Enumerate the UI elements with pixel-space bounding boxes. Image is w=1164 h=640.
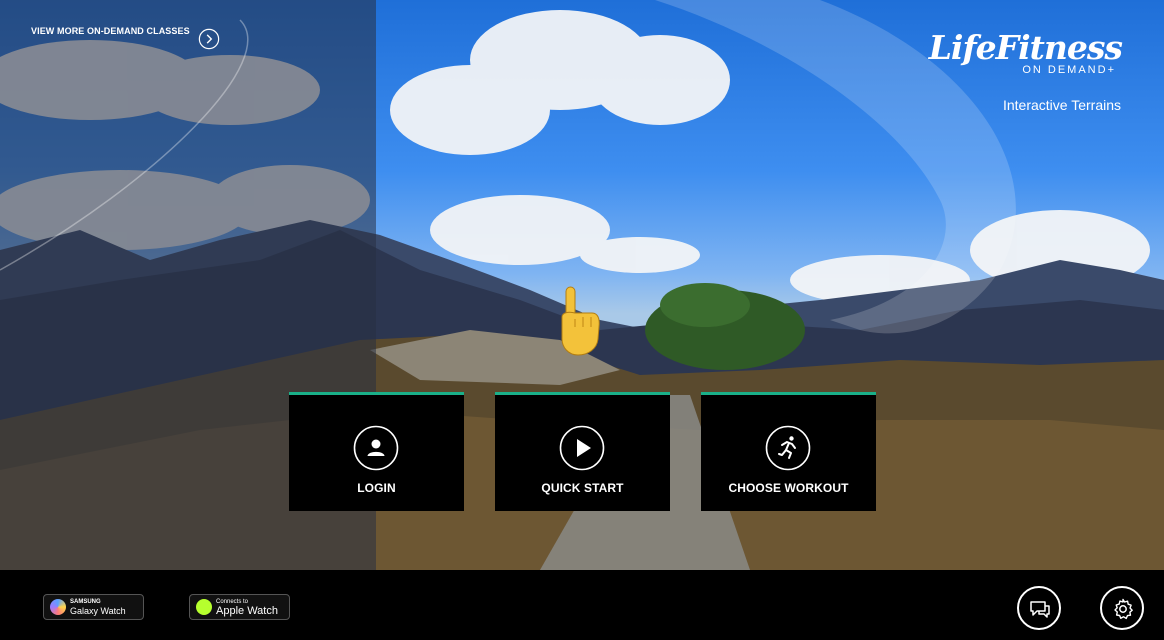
runner-icon [765,425,811,471]
apple-watch-runner-icon [196,599,212,615]
chat-icon [1030,601,1050,618]
login-label: LOGIN [357,481,396,495]
quick-start-tile[interactable]: QUICK START [495,392,670,511]
apple-watch-badge[interactable]: Connects to Apple Watch [189,594,290,620]
page-tagline: Interactive Terrains [1002,97,1121,113]
brand-logo-text: LifeFitness [928,28,1123,67]
user-icon [353,425,399,471]
apple-badge-big: Apple Watch [216,605,278,617]
galaxy-watch-icon [50,599,66,615]
samsung-galaxy-watch-badge[interactable]: SAMSUNG Galaxy Watch [43,594,144,620]
view-more-classes-link[interactable]: VIEW MORE ON-DEMAND CLASSES [31,26,190,36]
login-tile[interactable]: LOGIN [289,392,464,511]
settings-button[interactable] [1100,586,1144,630]
samsung-badge-big: Galaxy Watch [70,606,126,616]
choose-workout-label: CHOOSE WORKOUT [728,481,849,495]
gear-icon [1114,598,1133,620]
bottom-bar: SAMSUNG Galaxy Watch Connects to Apple W… [0,570,1164,640]
chat-support-button[interactable] [1017,586,1061,630]
chevron-right-circle-icon[interactable] [198,28,220,50]
brand-logo: LifeFitness ON DEMAND+ [928,28,1123,77]
view-more-label: VIEW MORE ON-DEMAND CLASSES [31,26,190,36]
play-icon [559,425,605,471]
quick-start-label: QUICK START [541,481,624,495]
pointing-hand-icon [561,286,600,356]
choose-workout-tile[interactable]: CHOOSE WORKOUT [701,392,876,511]
